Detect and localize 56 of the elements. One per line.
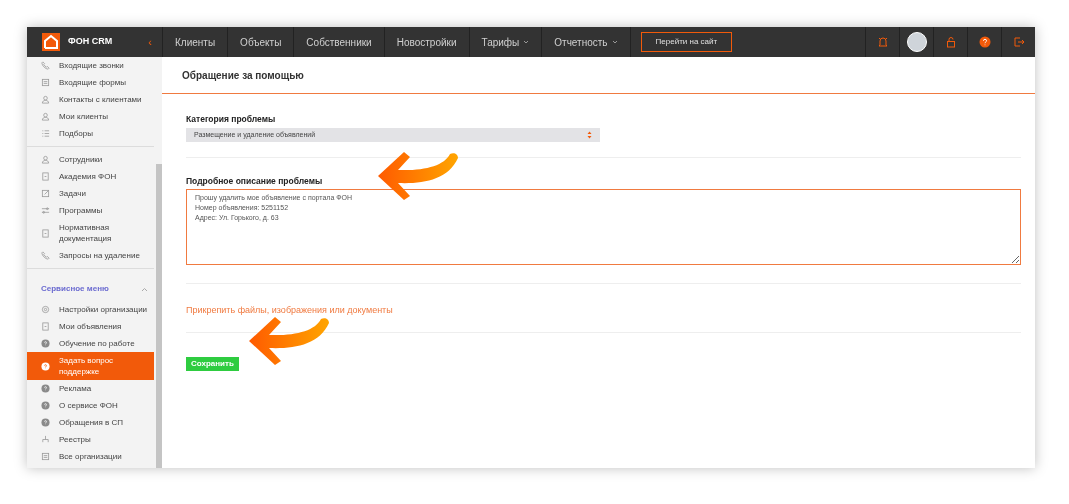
sidebar-item[interactable]: Входящие формы <box>27 74 154 91</box>
question-icon <box>41 384 50 393</box>
logout-icon[interactable] <box>1012 36 1025 48</box>
go-to-site-button[interactable]: Перейти на сайт <box>640 32 733 52</box>
sidebar-item[interactable]: Мои клиенты <box>27 108 154 125</box>
question-icon <box>41 418 50 427</box>
question-icon <box>41 401 50 410</box>
sidebar-item[interactable]: Реклама <box>27 380 154 397</box>
document-icon <box>41 228 50 238</box>
page-title: Обращение за помощью <box>182 68 304 83</box>
hierarchy-icon <box>41 435 50 444</box>
sidebar-item[interactable]: Сотрудники <box>27 151 154 168</box>
phone-icon <box>41 61 50 70</box>
question-icon <box>41 361 50 371</box>
document-icon <box>41 172 50 181</box>
field-label: Категория проблемы <box>186 113 277 126</box>
chevron-down-icon <box>523 40 530 44</box>
sidebar-item[interactable]: Все организации <box>27 448 154 465</box>
collapse-button[interactable]: ‹ <box>148 33 152 51</box>
bell-icon[interactable] <box>876 36 889 48</box>
list-icon <box>41 129 50 138</box>
sidebar-item[interactable]: Запросы на удаление <box>27 247 154 264</box>
chevron-up-icon[interactable] <box>141 286 148 292</box>
person-icon <box>41 112 50 121</box>
sidebar-item[interactable]: Обращения в СП <box>27 414 154 431</box>
sidebar-item[interactable]: Входящие звонки <box>27 57 154 74</box>
sidebar-item[interactable]: Контакты с клиентами <box>27 91 154 108</box>
document-icon <box>41 322 50 331</box>
sliders-icon <box>41 206 50 215</box>
field-label: Подробное описание проблемы <box>186 174 324 188</box>
sidebar-item[interactable]: Обучение по работе <box>27 335 154 352</box>
sidebar-item[interactable]: Подборы <box>27 125 154 142</box>
chevron-down-icon <box>611 40 618 44</box>
form-icon <box>41 452 50 461</box>
person-icon <box>41 155 50 164</box>
lock-icon[interactable] <box>944 36 957 48</box>
sidebar-item[interactable]: Программы <box>27 202 154 219</box>
edit-icon <box>41 189 50 198</box>
form-icon <box>41 78 50 87</box>
sidebar-item[interactable]: Настройки организации <box>27 301 154 318</box>
sort-arrows-icon <box>587 130 592 139</box>
sidebar-item[interactable]: Нормативная документация <box>27 219 154 247</box>
avatar[interactable] <box>906 32 927 52</box>
sidebar-item[interactable]: Реестры <box>27 431 154 448</box>
section-title: Сервисное меню <box>41 283 109 295</box>
phone-icon <box>41 251 50 260</box>
brand-name: ФОН CRM <box>68 35 113 49</box>
sidebar-item[interactable]: Мои объявления <box>27 318 154 335</box>
sidebar-item[interactable]: Академия ФОН <box>27 168 154 185</box>
gear-icon <box>41 305 50 314</box>
sidebar-item[interactable]: Задачи <box>27 185 154 202</box>
house-logo-icon <box>42 33 60 51</box>
person-icon <box>41 95 50 104</box>
help-icon[interactable] <box>978 36 991 48</box>
question-icon <box>41 339 50 348</box>
sidebar-item[interactable]: О сервисе ФОН <box>27 397 154 414</box>
